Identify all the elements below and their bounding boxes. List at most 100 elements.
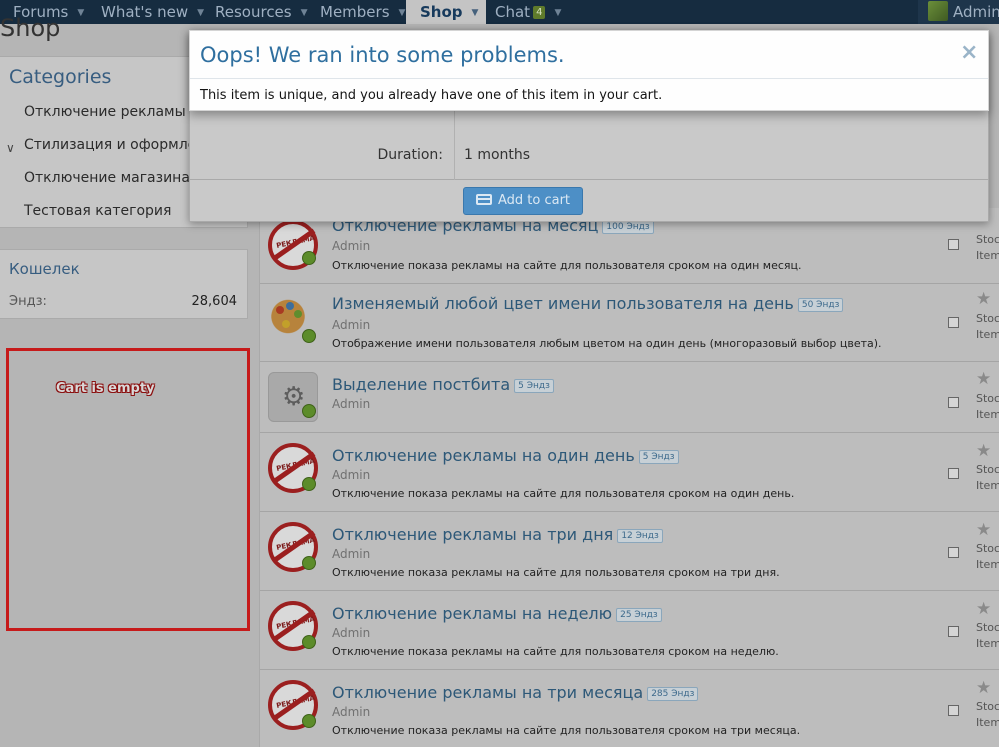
star-icon[interactable]: ★ <box>976 522 991 539</box>
divider <box>454 111 455 180</box>
item-checkbox[interactable] <box>948 397 959 408</box>
category-item[interactable]: Тестовая категория <box>24 203 171 219</box>
list-item[interactable]: Изменяемый любой цвет имени пользователя… <box>260 284 999 362</box>
chat-count-badge: 4 <box>533 6 546 19</box>
star-icon[interactable]: ★ <box>976 371 991 388</box>
frog-icon <box>302 404 316 418</box>
cart-highlight-box: Cart is empty <box>6 348 250 631</box>
item-description: Отключение показа рекламы на сайте для п… <box>332 724 801 737</box>
item-author[interactable]: Admin <box>332 468 370 482</box>
nav-tab-label: What's new <box>101 3 189 21</box>
top-navigation: Forums ▼ What's new ▼ Resources ▼ Members ▼ … <box>0 0 999 24</box>
frog-icon <box>302 714 316 728</box>
nav-tab-shop[interactable]: Shop ▼ <box>406 0 487 25</box>
list-item[interactable]: РЕКЛАМА Отключение рекламы на один день 5… <box>260 433 999 512</box>
star-icon[interactable]: ★ <box>976 443 991 460</box>
list-item[interactable]: ⚙ Выделение постбита 5 Эндз Admin ★ Stoc … <box>260 362 999 433</box>
frog-icon <box>302 251 316 265</box>
item-checkbox[interactable] <box>948 705 959 716</box>
chevron-down-icon[interactable]: ▼ <box>554 1 561 25</box>
wallet-title: Кошелек <box>9 260 80 278</box>
item-author[interactable]: Admin <box>332 318 370 332</box>
chevron-down-icon[interactable]: ▼ <box>77 1 84 25</box>
frog-icon <box>302 635 316 649</box>
chevron-down-icon[interactable]: ▼ <box>301 1 308 25</box>
list-item[interactable]: РЕКЛАМА Отключение рекламы на три месяца… <box>260 670 999 747</box>
nav-tab-label: Resources <box>215 3 292 21</box>
category-item[interactable]: Отключение рекламы <box>24 104 186 120</box>
item-author[interactable]: Admin <box>332 397 370 411</box>
frog-icon <box>302 477 316 491</box>
item-author[interactable]: Admin <box>332 239 370 253</box>
nav-tab-members[interactable]: Members ▼ <box>320 0 405 24</box>
stock-label: Stoc <box>976 542 999 555</box>
price-badge: 285 Эндз <box>647 687 699 701</box>
chevron-down-icon[interactable]: ∨ <box>6 141 16 155</box>
divider <box>190 78 988 79</box>
error-message: This item is unique, and you already hav… <box>200 88 663 103</box>
page-title: Shop <box>0 14 61 42</box>
username: Admin <box>953 3 999 21</box>
error-title: Oops! We ran into some problems. <box>200 43 565 67</box>
item-title[interactable]: Отключение рекламы на три месяца 285 Эндз <box>332 683 699 702</box>
item-checkbox[interactable] <box>948 317 959 328</box>
close-icon[interactable]: × <box>960 41 978 65</box>
items-label: Item <box>976 479 999 492</box>
nav-tab-label: Chat <box>495 3 531 21</box>
item-description: Отключение показа рекламы на сайте для п… <box>332 645 779 658</box>
item-list: РЕКЛАМА Отключение рекламы на месяц 100 Э… <box>259 208 999 747</box>
stock-label: Stoc <box>976 392 999 405</box>
duration-label: Duration: <box>377 147 443 163</box>
items-label: Item <box>976 716 999 729</box>
item-title[interactable]: Отключение рекламы на неделю 25 Эндз <box>332 604 662 623</box>
item-title[interactable]: Отключение рекламы на три дня 12 Эндз <box>332 525 663 544</box>
item-title[interactable]: Отключение рекламы на один день 5 Эндз <box>332 446 679 465</box>
error-dialog: Oops! We ran into some problems. × This … <box>189 30 989 111</box>
cart-empty-text: Cart is empty <box>56 381 155 396</box>
nav-tab-chat[interactable]: Chat 4 ▼ <box>495 0 561 24</box>
list-item[interactable]: РЕКЛАМА Отключение рекламы на три дня 12 … <box>260 512 999 591</box>
item-checkbox[interactable] <box>948 547 959 558</box>
duration-row: Duration: 1 months <box>190 111 988 180</box>
item-author[interactable]: Admin <box>332 547 370 561</box>
star-icon[interactable]: ★ <box>976 680 991 697</box>
chevron-down-icon[interactable]: ▼ <box>399 1 406 25</box>
chevron-down-icon[interactable]: ▼ <box>197 1 204 25</box>
stock-label: Stoc <box>976 312 999 325</box>
star-icon[interactable]: ★ <box>976 601 991 618</box>
user-menu[interactable]: Admin <box>918 0 999 24</box>
nav-tab-label: Shop <box>420 3 463 21</box>
price-badge: 25 Эндз <box>616 608 662 622</box>
chevron-down-icon[interactable]: ▼ <box>472 1 479 25</box>
wallet-currency-label: Эндз: <box>9 294 47 309</box>
nav-tab-resources[interactable]: Resources ▼ <box>215 0 308 24</box>
frog-icon <box>302 556 316 570</box>
item-title[interactable]: Выделение постбита 5 Эндз <box>332 375 554 394</box>
stock-label: Stoc <box>976 233 999 246</box>
list-item[interactable]: РЕКЛАМА Отключение рекламы на неделю 25 Э… <box>260 591 999 670</box>
star-icon[interactable]: ★ <box>976 291 991 308</box>
item-author[interactable]: Admin <box>332 626 370 640</box>
item-title[interactable]: Изменяемый любой цвет имени пользователя… <box>332 294 844 313</box>
wallet-balance: 28,604 <box>191 294 238 309</box>
stock-label: Stoc <box>976 700 999 713</box>
item-checkbox[interactable] <box>948 468 959 479</box>
category-item[interactable]: Отключение магазина <box>24 170 190 186</box>
item-description: Отключение показа рекламы на сайте для п… <box>332 566 780 579</box>
item-checkbox[interactable] <box>948 239 959 250</box>
nav-tab-whats-new[interactable]: What's new ▼ <box>101 0 204 24</box>
stock-label: Stoc <box>976 463 999 476</box>
price-badge: 12 Эндз <box>617 529 663 543</box>
item-description: Отображение имени пользователя любым цве… <box>332 337 882 350</box>
item-checkbox[interactable] <box>948 626 959 637</box>
nav-tab-label: Members <box>320 3 390 21</box>
add-to-cart-button[interactable]: Add to cart <box>463 187 583 215</box>
item-author[interactable]: Admin <box>332 705 370 719</box>
items-label: Item <box>976 328 999 341</box>
item-description: Отключение показа рекламы на сайте для п… <box>332 259 802 272</box>
price-badge: 5 Эндз <box>514 379 554 393</box>
wallet-block: Кошелек Эндз: 28,604 <box>0 249 248 319</box>
categories-title: Categories <box>9 66 112 88</box>
duration-value: 1 months <box>464 147 531 163</box>
credit-card-icon <box>475 194 492 205</box>
